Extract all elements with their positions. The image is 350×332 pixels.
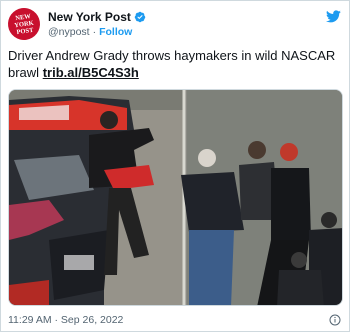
media-video-still	[9, 90, 342, 305]
tweet-header: NEW YORK POST New York Post @nypost · Foll…	[5, 5, 341, 43]
crew-far-right-head	[321, 212, 337, 228]
tweet-media[interactable]	[8, 89, 343, 306]
avatar[interactable]: NEW YORK POST	[5, 5, 43, 43]
info-icon[interactable]	[329, 314, 341, 326]
display-name[interactable]: New York Post	[48, 10, 131, 24]
driver-right-head	[248, 141, 266, 159]
crew-member-left-jeans	[189, 230, 234, 305]
follow-button[interactable]: Follow	[99, 26, 132, 38]
twitter-bird-icon[interactable]	[326, 10, 341, 23]
crew-cap-head	[198, 149, 216, 167]
account-handle[interactable]: @nypost	[48, 26, 90, 38]
crew-front-head	[291, 252, 307, 268]
crew-member-left-torso	[181, 172, 244, 232]
tweet-text: Driver Andrew Grady throws haymakers in …	[8, 47, 341, 81]
separator-dot: ·	[92, 26, 97, 38]
crew-member-right-torso	[271, 168, 311, 240]
tweet-footer: 11:29 AM · Sep 26, 2022	[8, 314, 341, 328]
crew-front-body	[277, 270, 324, 305]
tweet-card: NEW YORK POST New York Post @nypost · Foll…	[0, 0, 350, 332]
driver-left-head	[100, 111, 118, 129]
race-car-sponsor	[64, 255, 94, 270]
account-names: New York Post @nypost · Follow	[48, 10, 146, 38]
tweet-timestamp[interactable]: 11:29 AM · Sep 26, 2022	[8, 314, 123, 326]
avatar-logo: NEW YORK POST	[13, 12, 35, 36]
crew-red-headset	[280, 143, 298, 161]
tweet-link[interactable]: trib.al/B5C4S3h	[43, 65, 139, 80]
verified-badge-icon	[134, 11, 146, 23]
